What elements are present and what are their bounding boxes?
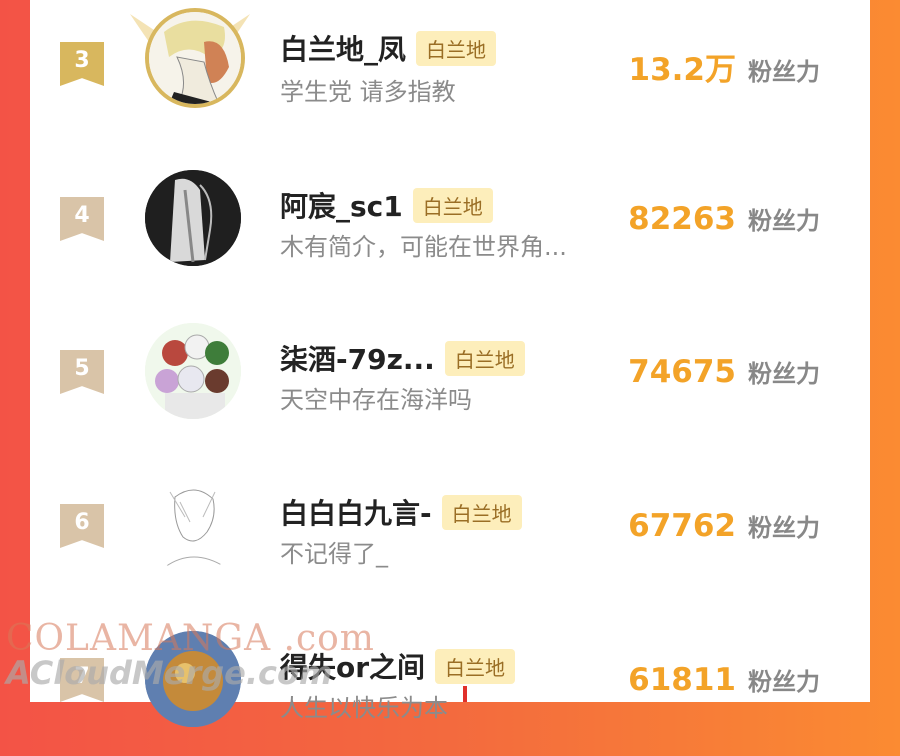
fan-tag: 白兰地 (435, 648, 516, 684)
fan-power-unit: 粉丝力 (748, 207, 820, 235)
fan-power-value: 13.2万 (628, 52, 737, 88)
fan-power-value: 67762 (628, 508, 736, 544)
avatar[interactable] (145, 170, 241, 266)
leaderboard-panel: 3 白兰地_凤 白兰地 学生党 请多指教 13.2万 粉丝力 4 阿宸_sc1 … (30, 0, 870, 727)
user-name[interactable]: 白兰地_凤 白兰地 (280, 28, 497, 68)
rank-badge: 6 (60, 504, 104, 548)
avatar[interactable] (145, 631, 241, 727)
avatar[interactable] (145, 323, 241, 419)
fan-power-value: 82263 (628, 201, 736, 237)
avatar[interactable] (145, 477, 241, 573)
user-name[interactable]: 得失or之间 白兰地 (280, 646, 516, 686)
fan-tag: 白兰地 (412, 187, 493, 223)
fan-tag: 白兰地 (441, 494, 522, 530)
rank-badge: 5 (60, 350, 104, 394)
user-name[interactable]: 柒酒-79z... 白兰地 (280, 338, 525, 378)
user-bio: 不记得了_ (280, 540, 388, 568)
user-bio: 天空中存在海洋吗 (280, 386, 472, 414)
user-name[interactable]: 阿宸_sc1 白兰地 (280, 185, 493, 225)
user-bio: 学生党 请多指教 (280, 78, 456, 106)
fan-power-unit: 粉丝力 (748, 668, 820, 696)
fan-power-value: 61811 (628, 662, 736, 698)
list-item[interactable]: 7 得失or之间 白兰地 人生以快乐为本 61811 粉丝力 (30, 606, 870, 756)
list-item[interactable]: 3 白兰地_凤 白兰地 学生党 请多指教 13.2万 粉丝力 (30, 0, 870, 142)
avatar[interactable] (145, 8, 245, 108)
fan-power-unit: 粉丝力 (748, 514, 820, 542)
fan-tag: 白兰地 (416, 30, 497, 66)
rank-badge: 3 (60, 42, 104, 86)
user-name[interactable]: 白白白九言- 白兰地 (280, 492, 522, 532)
fan-power-unit: 粉丝力 (748, 58, 820, 86)
list-item[interactable]: 6 白白白九言- 白兰地 不记得了_ 67762 粉丝力 (30, 452, 870, 602)
rank-badge: 7 (60, 658, 104, 702)
fan-tag: 白兰地 (444, 340, 525, 376)
fan-power-unit: 粉丝力 (748, 360, 820, 388)
fan-power: 82263 粉丝力 (628, 201, 820, 237)
user-bio: 木有简介，可能在世界角... (280, 233, 567, 261)
fan-power: 61811 粉丝力 (628, 662, 820, 698)
fan-power: 74675 粉丝力 (628, 354, 820, 390)
list-item[interactable]: 4 阿宸_sc1 白兰地 木有简介，可能在世界角... 82263 粉丝力 (30, 145, 870, 295)
user-bio: 人生以快乐为本 (280, 694, 448, 722)
list-item[interactable]: 5 柒酒-79z... 白兰地 天空中存在海洋吗 74675 粉丝力 (30, 298, 870, 448)
fan-power: 13.2万 粉丝力 (629, 44, 821, 89)
rank-badge: 4 (60, 197, 104, 241)
red-mark (463, 686, 467, 702)
fan-power-value: 74675 (628, 354, 736, 390)
fan-power: 67762 粉丝力 (628, 508, 820, 544)
